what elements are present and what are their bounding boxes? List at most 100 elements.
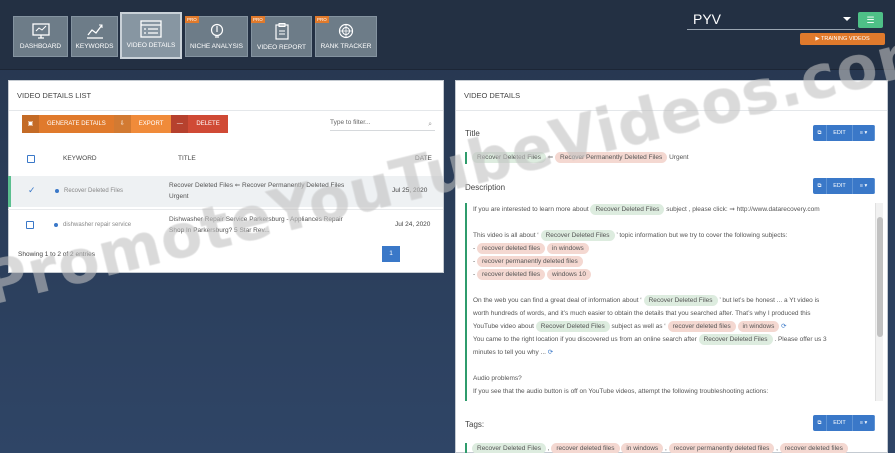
nav-video-details[interactable]: VIDEO DETAILS [120, 12, 182, 59]
desc-text: Audio problems? [473, 375, 522, 382]
generate-details-label: GENERATE DETAILS [47, 121, 106, 127]
description-menu-button[interactable]: ≡ ▾ [853, 178, 875, 194]
delete-button[interactable]: — DELETE [171, 115, 228, 133]
tag: in windows [621, 443, 664, 453]
title-edit-group: ⧉ EDIT ≡ ▾ [813, 125, 875, 141]
tags-section-label: Tags: [465, 420, 485, 429]
tags-menu-button[interactable]: ≡ ▾ [853, 415, 875, 431]
desc-text: subject , please click: ⇒ http://www.dat… [666, 206, 820, 213]
description-section-label: Description [465, 183, 506, 192]
keyword-tag: in windows [737, 321, 780, 332]
copy-icon[interactable]: ⧉ [813, 125, 827, 141]
row-date: Jul 25, 2020 [392, 187, 428, 194]
nav-video-report[interactable]: PRO VIDEO REPORT [251, 16, 312, 57]
keyword-tag: Recover Deleted Files [540, 230, 615, 241]
desc-text: If you see that the audio button is off … [473, 388, 769, 395]
column-header-title[interactable]: TITLE [178, 155, 196, 162]
desc-text: ’ topic information but we try to cover … [616, 232, 788, 239]
arrow-separator: ⇐ [547, 154, 554, 161]
clipboard-icon [274, 23, 289, 40]
keyword-tag: recover deleted files [667, 321, 736, 332]
panel-title: VIDEO DETAILS [456, 81, 887, 111]
keyword-tag: Recover Deleted Files [590, 204, 665, 215]
check-icon: ✓ [28, 185, 36, 195]
tag: recover deleted files [779, 443, 848, 453]
description-edit-group: ⧉ EDIT ≡ ▾ [813, 178, 875, 194]
bulb-icon [210, 23, 223, 38]
column-header-date[interactable]: DATE [415, 155, 432, 162]
copy-icon[interactable]: ⧉ [813, 415, 827, 431]
action-buttons: ▣ GENERATE DETAILS ⇩ EXPORT — DELETE [22, 115, 228, 133]
list-icon [140, 20, 162, 38]
tags-edit-button[interactable]: EDIT [827, 415, 853, 431]
generate-details-button[interactable]: ▣ GENERATE DETAILS [22, 115, 114, 133]
keyword-tag: in windows [546, 243, 589, 254]
filter-placeholder: Type to filter... [330, 119, 371, 126]
nav-niche-analysis[interactable]: PRO NICHE ANALYSIS [185, 16, 248, 57]
row-date: Jul 24, 2020 [395, 221, 431, 228]
desc-text: minutes to tell you why ... [473, 349, 546, 356]
desc-text: . Please offer us 3 [774, 336, 827, 343]
title-suffix: Urgent [669, 154, 689, 161]
title-edit-button[interactable]: EDIT [827, 125, 853, 141]
nav-label: RANK TRACKER [320, 43, 372, 50]
keyword-tag: windows 10 [546, 269, 591, 280]
desc-text: This video is all about ‘ [473, 232, 539, 239]
nav-dashboard[interactable]: DASHBOARD [13, 16, 68, 57]
showing-entries: Showing 1 to 2 of 2 entries [18, 251, 95, 258]
nav-rank-tracker[interactable]: PRO RANK TRACKER [315, 16, 377, 57]
select-all-checkbox[interactable] [27, 155, 35, 163]
nav-label: VIDEO DETAILS [126, 42, 176, 49]
export-button[interactable]: ⇩ EXPORT [113, 115, 172, 133]
monitor-icon [31, 23, 50, 39]
keyword-tag: Recover Deleted Files [698, 334, 773, 345]
column-header-keyword[interactable]: KEYWORD [63, 155, 97, 162]
status-dot [55, 189, 59, 193]
desc-text: YouTube video about [473, 323, 534, 330]
desc-text: subject as well as ‘ [611, 323, 666, 330]
training-videos-button[interactable]: ▶ TRAINING VIDEOS [800, 33, 885, 45]
title-menu-button[interactable]: ≡ ▾ [853, 125, 875, 141]
description-edit-button[interactable]: EDIT [827, 178, 853, 194]
copy-icon[interactable]: ⧉ [813, 178, 827, 194]
training-videos-label: TRAINING VIDEOS [821, 36, 870, 42]
project-select-value: PYV [693, 11, 722, 27]
tag: Recover Deleted Files [472, 443, 546, 453]
table-row[interactable]: dishwasher repair service Dishwasher Rep… [8, 209, 443, 240]
keyword-tag: Recover Permanently Deleted Files [555, 152, 668, 163]
table-row[interactable]: ✓ Recover Deleted Files Recover Deleted … [8, 176, 443, 207]
nav-label: NICHE ANALYSIS [190, 43, 243, 50]
refresh-icon[interactable]: ⟳ [781, 323, 786, 330]
keyword-tag: recover deleted files [476, 269, 546, 280]
row-title-line2: Shop In Parkersburg? 5 Star Rev... [169, 227, 270, 234]
description-scrollbar[interactable] [875, 203, 883, 401]
pro-badge: PRO [251, 16, 265, 23]
scrollbar-thumb[interactable] [877, 217, 883, 337]
nav-keywords[interactable]: KEYWORDS [71, 16, 118, 57]
page-1-button[interactable]: 1 [382, 246, 400, 262]
title-tags: Recover Deleted Files ⇐ Recover Permanen… [465, 152, 689, 164]
project-select[interactable]: PYV [687, 10, 855, 30]
tags-edit-group: ⧉ EDIT ≡ ▾ [813, 415, 875, 431]
desc-text: If you are interested to learn more abou… [473, 206, 589, 213]
delete-label: DELETE [196, 121, 220, 127]
keyword-tag: recover deleted files [476, 243, 546, 254]
nav-label: KEYWORDS [75, 43, 114, 50]
tags-list: Recover Deleted Files , recover deleted … [465, 443, 848, 453]
keyword-tag: recover permanently deleted files [476, 256, 583, 267]
download-icon: ⇩ [113, 115, 131, 133]
row-checkbox[interactable] [26, 221, 34, 229]
row-title-line1: Recover Deleted Files ⇐ Recover Permanen… [169, 182, 345, 189]
filter-input[interactable]: Type to filter... ⌕ [330, 117, 435, 131]
chart-icon [86, 24, 103, 39]
keyword-tag: Recover Deleted Files [643, 295, 718, 306]
refresh-icon[interactable]: ⟳ [548, 349, 553, 356]
keyword-tag: Recover Deleted Files [535, 321, 610, 332]
tag: recover permanently deleted files [668, 443, 775, 453]
tag: recover deleted files [551, 443, 620, 453]
minus-icon: — [171, 115, 189, 133]
target-icon [338, 23, 354, 39]
search-icon: ⌕ [428, 121, 432, 128]
menu-button[interactable]: ☰ [858, 12, 883, 28]
nav-label: VIDEO REPORT [256, 44, 306, 51]
